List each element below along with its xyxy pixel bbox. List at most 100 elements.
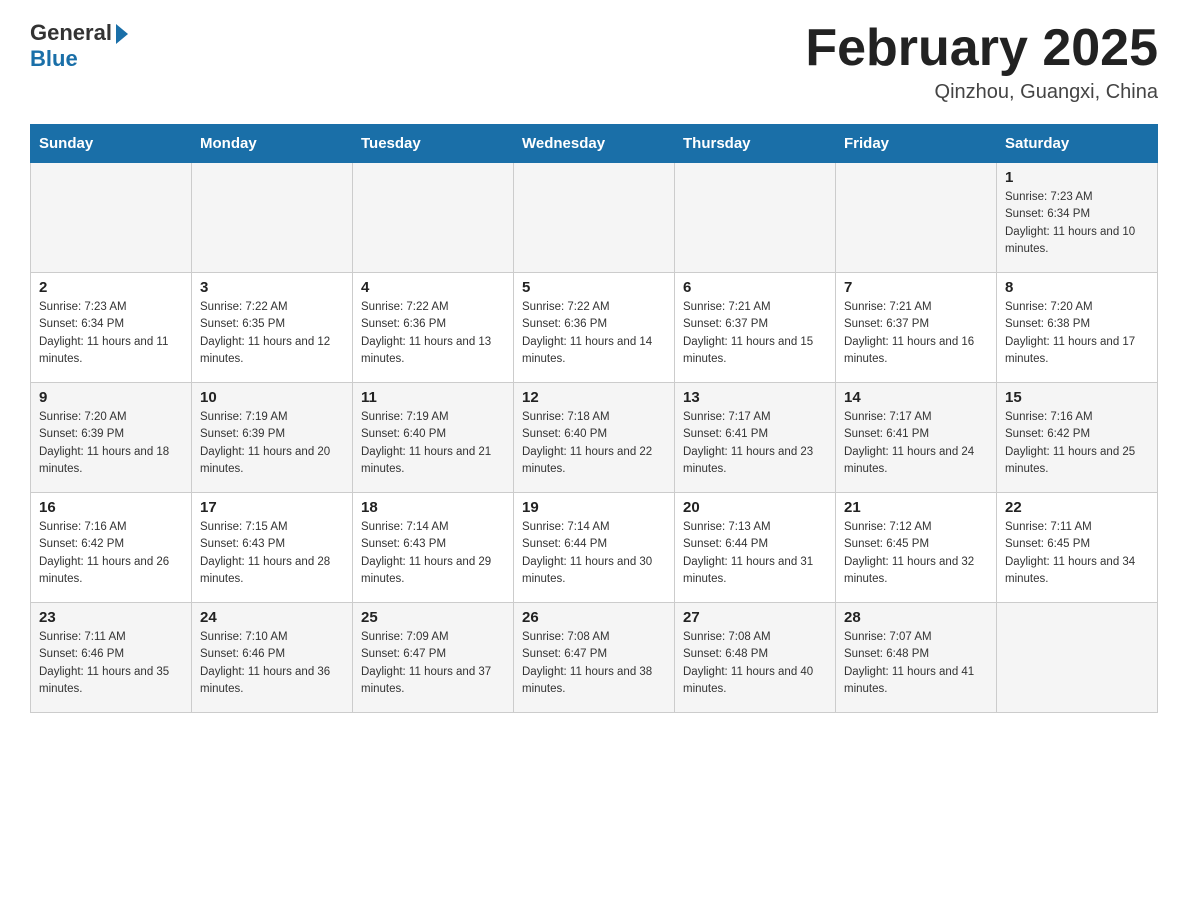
day-info: Sunrise: 7:19 AMSunset: 6:40 PMDaylight:… <box>361 409 505 478</box>
calendar-cell: 21 Sunrise: 7:12 AMSunset: 6:45 PMDayligh… <box>836 493 997 603</box>
day-info: Sunrise: 7:18 AMSunset: 6:40 PMDaylight:… <box>522 409 666 478</box>
day-number: 5 <box>522 279 666 296</box>
day-of-week-friday: Friday <box>836 125 997 163</box>
day-number: 3 <box>200 279 344 296</box>
calendar-cell: 22 Sunrise: 7:11 AMSunset: 6:45 PMDayligh… <box>997 493 1158 603</box>
day-number: 11 <box>361 389 505 406</box>
calendar-cell: 3 Sunrise: 7:22 AMSunset: 6:35 PMDaylight… <box>192 273 353 383</box>
calendar-cell: 4Sunrise: 7:22 AMSunset: 6:36 PMDaylight… <box>353 273 514 383</box>
day-number: 4 <box>361 279 505 296</box>
calendar-cell: 7 Sunrise: 7:21 AMSunset: 6:37 PMDaylight… <box>836 273 997 383</box>
calendar-cell: 16Sunrise: 7:16 AMSunset: 6:42 PMDayligh… <box>31 493 192 603</box>
day-number: 6 <box>683 279 827 296</box>
calendar-table: SundayMondayTuesdayWednesdayThursdayFrid… <box>30 124 1158 713</box>
day-info: Sunrise: 7:23 AMSunset: 6:34 PMDaylight:… <box>39 299 183 368</box>
day-number: 22 <box>1005 499 1149 516</box>
day-number: 21 <box>844 499 988 516</box>
day-number: 16 <box>39 499 183 516</box>
day-number: 14 <box>844 389 988 406</box>
calendar-week-row: 23 Sunrise: 7:11 AMSunset: 6:46 PMDayligh… <box>31 603 1158 713</box>
day-number: 2 <box>39 279 183 296</box>
calendar-cell: 18 Sunrise: 7:14 AMSunset: 6:43 PMDayligh… <box>353 493 514 603</box>
day-number: 9 <box>39 389 183 406</box>
day-of-week-wednesday: Wednesday <box>514 125 675 163</box>
day-of-week-sunday: Sunday <box>31 125 192 163</box>
logo-general-text: General <box>30 20 112 46</box>
day-info: Sunrise: 7:14 AMSunset: 6:44 PMDaylight:… <box>522 519 666 588</box>
calendar-body: 1 Sunrise: 7:23 AMSunset: 6:34 PMDaylight… <box>31 163 1158 713</box>
day-info: Sunrise: 7:19 AMSunset: 6:39 PMDaylight:… <box>200 409 344 478</box>
day-info: Sunrise: 7:14 AMSunset: 6:43 PMDaylight:… <box>361 519 505 588</box>
calendar-cell: 17Sunrise: 7:15 AMSunset: 6:43 PMDayligh… <box>192 493 353 603</box>
day-info: Sunrise: 7:16 AMSunset: 6:42 PMDaylight:… <box>1005 409 1149 478</box>
calendar-cell: 1 Sunrise: 7:23 AMSunset: 6:34 PMDaylight… <box>997 163 1158 273</box>
day-number: 20 <box>683 499 827 516</box>
calendar-cell <box>997 603 1158 713</box>
calendar-cell <box>353 163 514 273</box>
day-info: Sunrise: 7:11 AMSunset: 6:46 PMDaylight:… <box>39 629 183 698</box>
calendar-week-row: 1 Sunrise: 7:23 AMSunset: 6:34 PMDaylight… <box>31 163 1158 273</box>
day-of-week-saturday: Saturday <box>997 125 1158 163</box>
day-info: Sunrise: 7:17 AMSunset: 6:41 PMDaylight:… <box>844 409 988 478</box>
calendar-week-row: 2 Sunrise: 7:23 AMSunset: 6:34 PMDaylight… <box>31 273 1158 383</box>
calendar-cell <box>675 163 836 273</box>
calendar-cell: 24Sunrise: 7:10 AMSunset: 6:46 PMDayligh… <box>192 603 353 713</box>
calendar-week-row: 16Sunrise: 7:16 AMSunset: 6:42 PMDayligh… <box>31 493 1158 603</box>
day-number: 28 <box>844 609 988 626</box>
calendar-cell: 15 Sunrise: 7:16 AMSunset: 6:42 PMDayligh… <box>997 383 1158 493</box>
day-number: 12 <box>522 389 666 406</box>
calendar-cell <box>836 163 997 273</box>
calendar-cell: 27Sunrise: 7:08 AMSunset: 6:48 PMDayligh… <box>675 603 836 713</box>
calendar-cell <box>514 163 675 273</box>
day-of-week-monday: Monday <box>192 125 353 163</box>
day-number: 23 <box>39 609 183 626</box>
day-number: 18 <box>361 499 505 516</box>
calendar-week-row: 9 Sunrise: 7:20 AMSunset: 6:39 PMDaylight… <box>31 383 1158 493</box>
day-number: 26 <box>522 609 666 626</box>
day-info: Sunrise: 7:09 AMSunset: 6:47 PMDaylight:… <box>361 629 505 698</box>
days-of-week-row: SundayMondayTuesdayWednesdayThursdayFrid… <box>31 125 1158 163</box>
calendar-cell: 12 Sunrise: 7:18 AMSunset: 6:40 PMDayligh… <box>514 383 675 493</box>
day-info: Sunrise: 7:08 AMSunset: 6:47 PMDaylight:… <box>522 629 666 698</box>
day-number: 10 <box>200 389 344 406</box>
calendar-cell: 9 Sunrise: 7:20 AMSunset: 6:39 PMDaylight… <box>31 383 192 493</box>
calendar-cell: 25 Sunrise: 7:09 AMSunset: 6:47 PMDayligh… <box>353 603 514 713</box>
logo-blue-text: Blue <box>30 46 78 72</box>
day-number: 1 <box>1005 169 1149 186</box>
calendar-cell: 11 Sunrise: 7:19 AMSunset: 6:40 PMDayligh… <box>353 383 514 493</box>
day-info: Sunrise: 7:17 AMSunset: 6:41 PMDaylight:… <box>683 409 827 478</box>
title-block: February 2025 Qinzhou, Guangxi, China <box>805 20 1158 104</box>
day-info: Sunrise: 7:20 AMSunset: 6:38 PMDaylight:… <box>1005 299 1149 368</box>
day-info: Sunrise: 7:07 AMSunset: 6:48 PMDaylight:… <box>844 629 988 698</box>
day-of-week-tuesday: Tuesday <box>353 125 514 163</box>
day-info: Sunrise: 7:23 AMSunset: 6:34 PMDaylight:… <box>1005 189 1149 258</box>
day-number: 13 <box>683 389 827 406</box>
calendar-cell: 28 Sunrise: 7:07 AMSunset: 6:48 PMDayligh… <box>836 603 997 713</box>
calendar-cell <box>192 163 353 273</box>
day-info: Sunrise: 7:20 AMSunset: 6:39 PMDaylight:… <box>39 409 183 478</box>
day-number: 19 <box>522 499 666 516</box>
calendar-cell: 2 Sunrise: 7:23 AMSunset: 6:34 PMDaylight… <box>31 273 192 383</box>
calendar-cell: 5 Sunrise: 7:22 AMSunset: 6:36 PMDaylight… <box>514 273 675 383</box>
day-number: 8 <box>1005 279 1149 296</box>
day-number: 7 <box>844 279 988 296</box>
day-info: Sunrise: 7:22 AMSunset: 6:36 PMDaylight:… <box>522 299 666 368</box>
day-info: Sunrise: 7:13 AMSunset: 6:44 PMDaylight:… <box>683 519 827 588</box>
calendar-cell <box>31 163 192 273</box>
day-info: Sunrise: 7:12 AMSunset: 6:45 PMDaylight:… <box>844 519 988 588</box>
day-of-week-thursday: Thursday <box>675 125 836 163</box>
day-info: Sunrise: 7:10 AMSunset: 6:46 PMDaylight:… <box>200 629 344 698</box>
calendar-cell: 6Sunrise: 7:21 AMSunset: 6:37 PMDaylight… <box>675 273 836 383</box>
location-text: Qinzhou, Guangxi, China <box>805 81 1158 104</box>
day-number: 27 <box>683 609 827 626</box>
day-info: Sunrise: 7:11 AMSunset: 6:45 PMDaylight:… <box>1005 519 1149 588</box>
calendar-cell: 23 Sunrise: 7:11 AMSunset: 6:46 PMDayligh… <box>31 603 192 713</box>
day-info: Sunrise: 7:21 AMSunset: 6:37 PMDaylight:… <box>844 299 988 368</box>
day-info: Sunrise: 7:22 AMSunset: 6:35 PMDaylight:… <box>200 299 344 368</box>
day-number: 25 <box>361 609 505 626</box>
calendar-cell: 14 Sunrise: 7:17 AMSunset: 6:41 PMDayligh… <box>836 383 997 493</box>
day-number: 15 <box>1005 389 1149 406</box>
logo: General Blue <box>30 20 128 72</box>
calendar-cell: 26 Sunrise: 7:08 AMSunset: 6:47 PMDayligh… <box>514 603 675 713</box>
calendar-cell: 13 Sunrise: 7:17 AMSunset: 6:41 PMDayligh… <box>675 383 836 493</box>
